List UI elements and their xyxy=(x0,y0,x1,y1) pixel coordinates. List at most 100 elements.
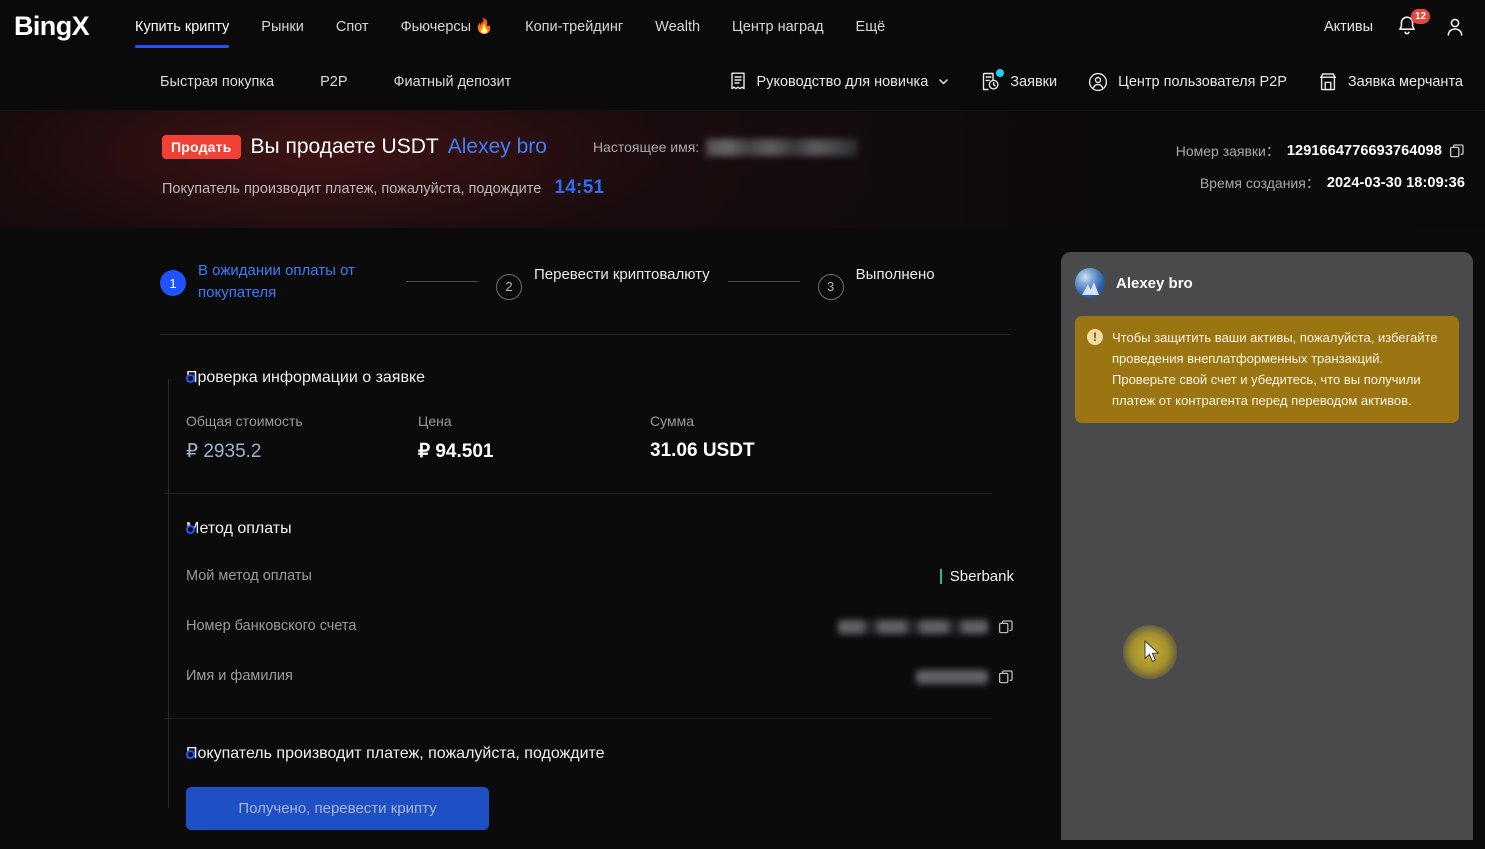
orders-dot-badge xyxy=(996,69,1005,77)
nav-item-spot[interactable]: Спот xyxy=(320,2,385,52)
section-order-info: Проверка информации о заявке Общая стоим… xyxy=(186,369,1061,463)
p2p-user-center-label: Центр пользователя P2P xyxy=(1118,73,1287,90)
section-payment-method: Метод оплаты Мой метод оплаты Sberbank Н… xyxy=(186,520,1061,694)
bank-value: Sberbank xyxy=(939,568,1014,585)
store-icon xyxy=(1319,72,1336,90)
order-info-divider xyxy=(164,492,992,494)
beginner-guide-menu[interactable]: Руководство для новичка xyxy=(728,71,951,92)
subnav-item-quick-buy[interactable]: Быстрая покупка xyxy=(160,74,274,90)
total-cost-label: Общая стоимость xyxy=(186,412,303,429)
user-circle-icon xyxy=(1089,72,1108,91)
confirm-release-crypto-button[interactable]: Получено, перевести крипту xyxy=(186,786,489,830)
warning-icon: ! xyxy=(1087,329,1103,345)
order-banner-right: Номер заявки： 1291664776693764098 Время … xyxy=(1176,141,1465,205)
real-name-group: Настоящее имя: xyxy=(592,138,859,156)
full-name-masked xyxy=(916,669,988,684)
order-title: Вы продаете USDT xyxy=(250,135,439,158)
nav-item-copy-trading[interactable]: Копи-трейдинг xyxy=(509,2,639,52)
step-3-number: 3 xyxy=(817,273,844,300)
bank-name: Sberbank xyxy=(949,568,1014,585)
bingx-p2p-order-page: BingX Купить крипту Рынки Спот Фьючерсы … xyxy=(0,0,1485,849)
waiting-status-text: Покупатель производит платеж, пожалуйста… xyxy=(162,181,542,197)
payment-method-title: Метод оплаты xyxy=(186,519,292,537)
total-cost-value: ₽ 2935.2 xyxy=(186,440,262,462)
guide-icon xyxy=(730,72,745,90)
created-time-label: Время создания： xyxy=(1199,175,1320,191)
copy-icon[interactable] xyxy=(998,669,1014,685)
nav-item-futures[interactable]: Фьючерсы 🔥 xyxy=(385,1,510,52)
bingx-logo[interactable]: BingX xyxy=(14,11,90,42)
bank-account-number-label: Номер банковского счета xyxy=(186,617,357,634)
full-name-label: Имя и фамилия xyxy=(186,667,293,684)
order-number-label: Номер заявки： xyxy=(1175,143,1280,159)
subnav-item-p2p[interactable]: P2P xyxy=(320,74,347,90)
main-content: 1 В ожидании оплаты от покупателя 2 Пере… xyxy=(0,228,1485,840)
chat-warning-text: Чтобы защитить ваши активы, пожалуйста, … xyxy=(1112,330,1438,409)
created-time-row: Время создания： 2024-03-30 18:09:36 xyxy=(1176,173,1465,193)
timeline-dot-1 xyxy=(186,373,195,383)
notifications-button[interactable]: 12 xyxy=(1395,8,1430,40)
step-2: 2 Перевести криптовалюту xyxy=(496,264,710,300)
order-timeline: Проверка информации о заявке Общая стоим… xyxy=(164,369,1061,830)
subnav-left-group: Быстрая покупка P2P Фиатный депозит xyxy=(160,74,511,90)
nav-item-buy-crypto[interactable]: Купить крипту xyxy=(119,2,245,52)
section-final-action: Покупатель производит платеж, пожалуйста… xyxy=(186,745,1061,830)
step-1-number: 1 xyxy=(160,270,186,296)
orders-menu[interactable]: Заявки xyxy=(980,69,1058,92)
counterparty-name[interactable]: Alexey bro xyxy=(448,135,547,159)
amount-label: Сумма xyxy=(650,412,694,429)
countdown-timer: 14:51 xyxy=(554,177,605,198)
payment-method-divider xyxy=(164,717,992,719)
step-connector-2 xyxy=(727,281,800,283)
price-label: Цена xyxy=(418,412,452,429)
created-time-value: 2024-03-30 18:09:36 xyxy=(1326,175,1465,191)
copy-icon[interactable] xyxy=(998,619,1014,635)
my-payment-method-value-wrap: Sberbank xyxy=(939,568,1014,585)
total-cost-cell: Общая стоимость ₽ 2935.2 xyxy=(186,413,418,463)
price-cell: Цена ₽ 94.501 xyxy=(418,413,650,463)
user-icon xyxy=(1447,18,1463,36)
nav-item-more[interactable]: Ещё xyxy=(840,2,902,52)
amount-value: 31.06 USDT xyxy=(650,439,755,461)
step-2-label: Перевести криптовалюту xyxy=(534,265,710,283)
order-info-values: Общая стоимость ₽ 2935.2 Цена ₽ 94.501 С… xyxy=(186,413,1061,463)
nav-item-wealth[interactable]: Wealth xyxy=(639,2,716,52)
p2p-user-center-menu[interactable]: Центр пользователя P2P xyxy=(1087,71,1287,93)
full-name-value-wrap xyxy=(916,669,1014,685)
assets-link[interactable]: Активы xyxy=(1324,19,1373,35)
step-3-label: Выполнено xyxy=(855,265,935,283)
final-status-title: Покупатель производит платеж, пожалуйста… xyxy=(186,744,605,762)
stepper-divider xyxy=(160,333,1010,335)
copy-icon[interactable] xyxy=(1449,143,1465,159)
avatar xyxy=(1075,268,1105,298)
merchant-application-menu[interactable]: Заявка мерчанта xyxy=(1317,71,1463,93)
bank-account-number-value-wrap xyxy=(838,619,1014,635)
nav-item-markets[interactable]: Рынки xyxy=(245,2,320,52)
chat-column: Alexey bro ! Чтобы защитить ваши активы,… xyxy=(1061,228,1485,840)
timeline-dot-2 xyxy=(186,524,195,534)
chat-counterparty-name: Alexey bro xyxy=(1116,274,1193,292)
beginner-guide-label: Руководство для новичка xyxy=(756,73,929,90)
nav-item-rewards-center[interactable]: Центр наград xyxy=(716,2,839,52)
subnav-right-group: Руководство для новичка Заявки Центр пол… xyxy=(728,69,1485,93)
timeline-dot-3 xyxy=(186,749,195,759)
merchant-application-label: Заявка мерчанта xyxy=(1347,73,1463,90)
account-button[interactable] xyxy=(1443,15,1467,39)
real-name-label: Настоящее имя: xyxy=(592,139,700,155)
top-navigation-bar: BingX Купить крипту Рынки Спот Фьючерсы … xyxy=(0,0,1485,53)
chat-warning-message: ! Чтобы защитить ваши активы, пожалуйста… xyxy=(1075,316,1459,424)
orders-label: Заявки xyxy=(1010,73,1058,90)
order-number-row: Номер заявки： 1291664776693764098 xyxy=(1176,141,1465,161)
order-banner-title-row: Продать Вы продаете USDT Alexey bro Наст… xyxy=(162,135,859,159)
main-nav-items: Купить крипту Рынки Спот Фьючерсы 🔥 Копи… xyxy=(119,1,901,52)
payment-row-full-name: Имя и фамилия xyxy=(186,660,1014,694)
order-info-title: Проверка информации о заявке xyxy=(186,368,426,386)
subnav-item-fiat-deposit[interactable]: Фиатный депозит xyxy=(394,74,512,90)
chat-header: Alexey bro xyxy=(1075,268,1459,298)
my-payment-method-label: Мой метод оплаты xyxy=(186,567,312,584)
sub-navigation-bar: Быстрая покупка P2P Фиатный депозит Руко… xyxy=(0,53,1485,111)
order-number-value: 1291664776693764098 xyxy=(1286,143,1442,159)
order-progress-stepper: 1 В ожидании оплаты от покупателя 2 Пере… xyxy=(160,260,1061,304)
order-detail-column: 1 В ожидании оплаты от покупателя 2 Пере… xyxy=(0,228,1061,840)
amount-cell: Сумма 31.06 USDT xyxy=(650,413,755,463)
